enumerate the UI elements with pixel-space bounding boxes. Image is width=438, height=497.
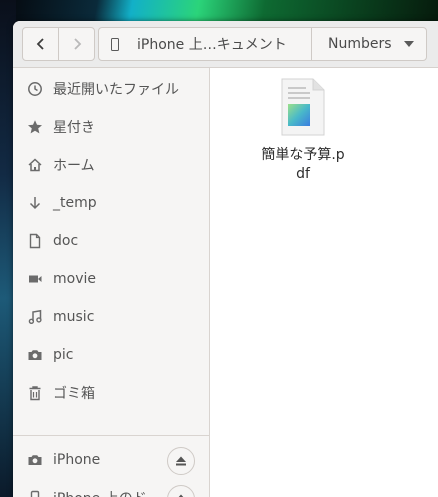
sidebar-item-label: music	[53, 309, 95, 325]
sidebar-item-movie[interactable]: movie	[13, 260, 209, 298]
sidebar-item-label: _temp	[53, 195, 97, 211]
phone-icon	[27, 490, 43, 497]
eject-button[interactable]	[167, 485, 195, 497]
document-icon	[27, 233, 43, 249]
eject-icon	[176, 456, 186, 466]
film-icon	[27, 271, 43, 287]
header-bar: iPhone 上…キュメント Numbers	[13, 21, 438, 68]
trash-icon	[27, 385, 43, 401]
sidebar-item-trash[interactable]: ゴミ箱	[13, 374, 209, 412]
path-segment-next[interactable]: Numbers	[311, 28, 426, 60]
sidebar-device-label: iPhone 上のド…	[53, 488, 161, 497]
sidebar-item-label: movie	[53, 271, 96, 287]
sidebar-item-doc[interactable]: doc	[13, 222, 209, 260]
file-manager-window: iPhone 上…キュメント Numbers 最近開いたファイル 星付き ホーム…	[13, 21, 438, 497]
sidebar-item-recent[interactable]: 最近開いたファイル	[13, 70, 209, 108]
chevron-left-icon	[36, 38, 44, 50]
camera-icon	[27, 347, 43, 363]
sidebar-item-music[interactable]: music	[13, 298, 209, 336]
sidebar-item-label: pic	[53, 347, 74, 363]
star-icon	[27, 119, 43, 135]
camera-icon	[27, 452, 43, 468]
sidebar-item-label: ゴミ箱	[53, 386, 95, 402]
path-segment-current[interactable]: iPhone 上…キュメント	[99, 28, 311, 60]
chevron-right-icon	[73, 38, 81, 50]
back-button[interactable]	[23, 28, 58, 60]
sidebar-item-pic[interactable]: pic	[13, 336, 209, 374]
file-name: 簡単な予算.pdf	[261, 147, 345, 182]
sidebar-device-iphone-documents[interactable]: iPhone 上のド…	[13, 479, 209, 497]
chevron-down-icon	[404, 41, 414, 47]
music-note-icon	[27, 309, 43, 325]
pdf-file-icon	[281, 78, 325, 136]
sidebar-item-home[interactable]: ホーム	[13, 146, 209, 184]
sidebar-device-label: iPhone	[53, 452, 101, 468]
path-segment-next-label: Numbers	[328, 36, 392, 52]
sidebar-item-temp[interactable]: _temp	[13, 184, 209, 222]
phone-icon	[111, 37, 119, 51]
navigation-buttons	[22, 27, 95, 61]
path-segment-current-label: iPhone 上…キュメント	[137, 37, 287, 53]
file-item[interactable]: 簡単な予算.pdf	[258, 78, 348, 184]
eject-icon	[178, 494, 184, 497]
home-icon	[27, 157, 43, 173]
path-bar: iPhone 上…キュメント Numbers	[98, 27, 427, 61]
eject-button[interactable]	[167, 447, 195, 475]
sidebar-item-label: 星付き	[53, 120, 95, 136]
sidebar-item-starred[interactable]: 星付き	[13, 108, 209, 146]
arrow-down-icon	[27, 195, 43, 211]
forward-button[interactable]	[58, 28, 94, 60]
clock-icon	[27, 81, 43, 97]
sidebar: 最近開いたファイル 星付き ホーム _temp doc movie music …	[13, 68, 210, 497]
sidebar-divider	[13, 435, 209, 436]
sidebar-device-iphone[interactable]: iPhone	[13, 441, 209, 479]
sidebar-item-label: doc	[53, 233, 79, 249]
sidebar-item-label: 最近開いたファイル	[53, 82, 179, 98]
file-view: 簡単な予算.pdf	[210, 68, 438, 497]
sidebar-item-label: ホーム	[53, 158, 95, 174]
